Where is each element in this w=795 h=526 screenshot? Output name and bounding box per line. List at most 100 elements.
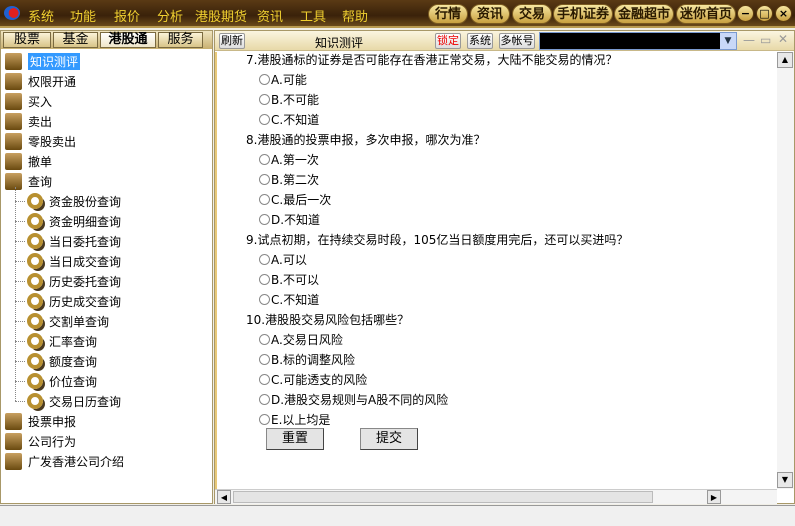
answer-option[interactable]: D.不知道 [259,211,320,228]
pill-market[interactable]: 行情 [428,4,468,24]
tree-item[interactable]: 公司行为 [5,431,76,451]
query-icon [27,273,43,289]
answer-option[interactable]: C.可能透支的风险 [259,371,367,388]
panel-close-icon[interactable]: ✕ [778,32,788,46]
answer-option[interactable]: E.以上均是 [259,411,330,428]
multi-account-button[interactable]: 多帐号 [499,33,535,49]
panel-maximize-icon[interactable]: ▭ [760,33,771,47]
menu-tools[interactable]: 工具 [300,6,326,25]
horizontal-scrollbar[interactable]: ◀ ▶ [215,489,777,504]
tree-subitem[interactable]: 交易日历查询 [15,391,121,411]
radio-button[interactable] [259,294,270,305]
pill-finance-market[interactable]: 金融超市 [614,4,674,24]
radio-button[interactable] [259,214,270,225]
scroll-down-icon[interactable]: ▼ [777,472,793,488]
answer-option[interactable]: C.不知道 [259,291,319,308]
tab-service[interactable]: 服务 [158,32,203,48]
radio-button[interactable] [259,114,270,125]
answer-option[interactable]: A.交易日风险 [259,331,343,348]
maximize-icon[interactable]: □ [756,5,773,22]
radio-button[interactable] [259,354,270,365]
tree-item[interactable]: 广发香港公司介绍 [5,451,124,471]
tree-item[interactable]: 查询 [5,171,52,191]
scroll-right-icon[interactable]: ▶ [707,490,721,504]
chevron-down-icon[interactable]: ▼ [720,33,736,49]
radio-button[interactable] [259,334,270,345]
radio-button[interactable] [259,394,270,405]
menu-system[interactable]: 系统 [28,6,54,25]
close-icon[interactable]: × [775,5,792,22]
scroll-left-icon[interactable]: ◀ [217,490,231,504]
tab-funds[interactable]: 基金 [53,32,98,48]
option-label: D.不知道 [271,213,321,227]
system-button[interactable]: 系统 [467,33,493,49]
menu-hk-futures[interactable]: 港股期货 [195,6,247,25]
pill-mobile[interactable]: 手机证券 [553,4,613,24]
radio-button[interactable] [259,194,270,205]
tree-subitem[interactable]: 当日委托查询 [15,231,121,251]
tree-subitem-label: 当日成交查询 [49,254,122,269]
tree-item[interactable]: 权限开通 [5,71,76,91]
lock-button[interactable]: 锁定 [435,33,461,49]
tree-subitem-label: 价位查询 [49,374,98,389]
pill-trade[interactable]: 交易 [512,4,552,24]
tree-item-label: 零股卖出 [28,134,77,149]
tree-subitem[interactable]: 资金股份查询 [15,191,121,211]
tab-hk-connect[interactable]: 港股通 [100,32,156,48]
tree-item-label: 卖出 [28,114,53,129]
answer-option[interactable]: B.标的调整风险 [259,351,355,368]
reset-button[interactable]: 重置 [266,428,324,450]
pill-mini-home[interactable]: 迷你首页 [676,4,736,24]
tree-subitem[interactable]: 汇率查询 [15,331,97,351]
radio-button[interactable] [259,374,270,385]
menu-function[interactable]: 功能 [70,6,96,25]
radio-button[interactable] [259,94,270,105]
pill-news[interactable]: 资讯 [470,4,510,24]
menu-help[interactable]: 帮助 [342,6,368,25]
tree-subitem[interactable]: 交割单查询 [15,311,109,331]
radio-button[interactable] [259,274,270,285]
radio-button[interactable] [259,174,270,185]
menu-analysis[interactable]: 分析 [157,6,183,25]
answer-option[interactable]: A.可能 [259,71,307,88]
tree-subitem[interactable]: 额度查询 [15,351,97,371]
refresh-button[interactable]: 刷新 [219,33,245,49]
tree-item[interactable]: 零股卖出 [5,131,76,151]
radio-button[interactable] [259,414,270,425]
tree-subitem[interactable]: 资金明细查询 [15,211,121,231]
minimize-icon[interactable]: − [737,5,754,22]
tree-subitem[interactable]: 历史成交查询 [15,291,121,311]
answer-option[interactable]: A.第一次 [259,151,319,168]
answer-option[interactable]: D.港股交易规则与A股不同的风险 [259,391,448,408]
account-select[interactable]: ▼ [539,32,737,50]
answer-option[interactable]: C.最后一次 [259,191,331,208]
tree-subitem[interactable]: 历史委托查询 [15,271,121,291]
answer-option[interactable]: A.可以 [259,251,307,268]
submit-button[interactable]: 提交 [360,428,418,450]
tab-stocks[interactable]: 股票 [3,32,51,48]
menu-bar: 系统 功能 报价 分析 港股期货 资讯 工具 帮助 行情 资讯 交易 手机证券 … [0,0,795,28]
tree-item[interactable]: 买入 [5,91,52,111]
tree-item[interactable]: 卖出 [5,111,52,131]
panel-minimize-icon[interactable]: — [743,33,755,47]
panel-title: 知识测评 [315,36,364,50]
vertical-scrollbar[interactable]: ▲ ▼ [777,52,794,489]
radio-button[interactable] [259,74,270,85]
tree-subitem[interactable]: 价位查询 [15,371,97,391]
scroll-up-icon[interactable]: ▲ [777,52,793,68]
radio-button[interactable] [259,254,270,265]
answer-option[interactable]: C.不知道 [259,111,319,128]
query-icon [27,193,43,209]
tree-item-label: 查询 [28,174,53,189]
answer-option[interactable]: B.不可能 [259,91,319,108]
answer-option[interactable]: B.第二次 [259,171,319,188]
answer-option[interactable]: B.不可以 [259,271,319,288]
menu-quote[interactable]: 报价 [114,6,140,25]
scroll-thumb[interactable] [233,491,653,503]
tree-item[interactable]: 知识测评 [5,51,81,71]
tree-item[interactable]: 撤单 [5,151,52,171]
menu-news[interactable]: 资讯 [257,6,283,25]
tree-subitem[interactable]: 当日成交查询 [15,251,121,271]
tree-item[interactable]: 投票申报 [5,411,76,431]
radio-button[interactable] [259,154,270,165]
